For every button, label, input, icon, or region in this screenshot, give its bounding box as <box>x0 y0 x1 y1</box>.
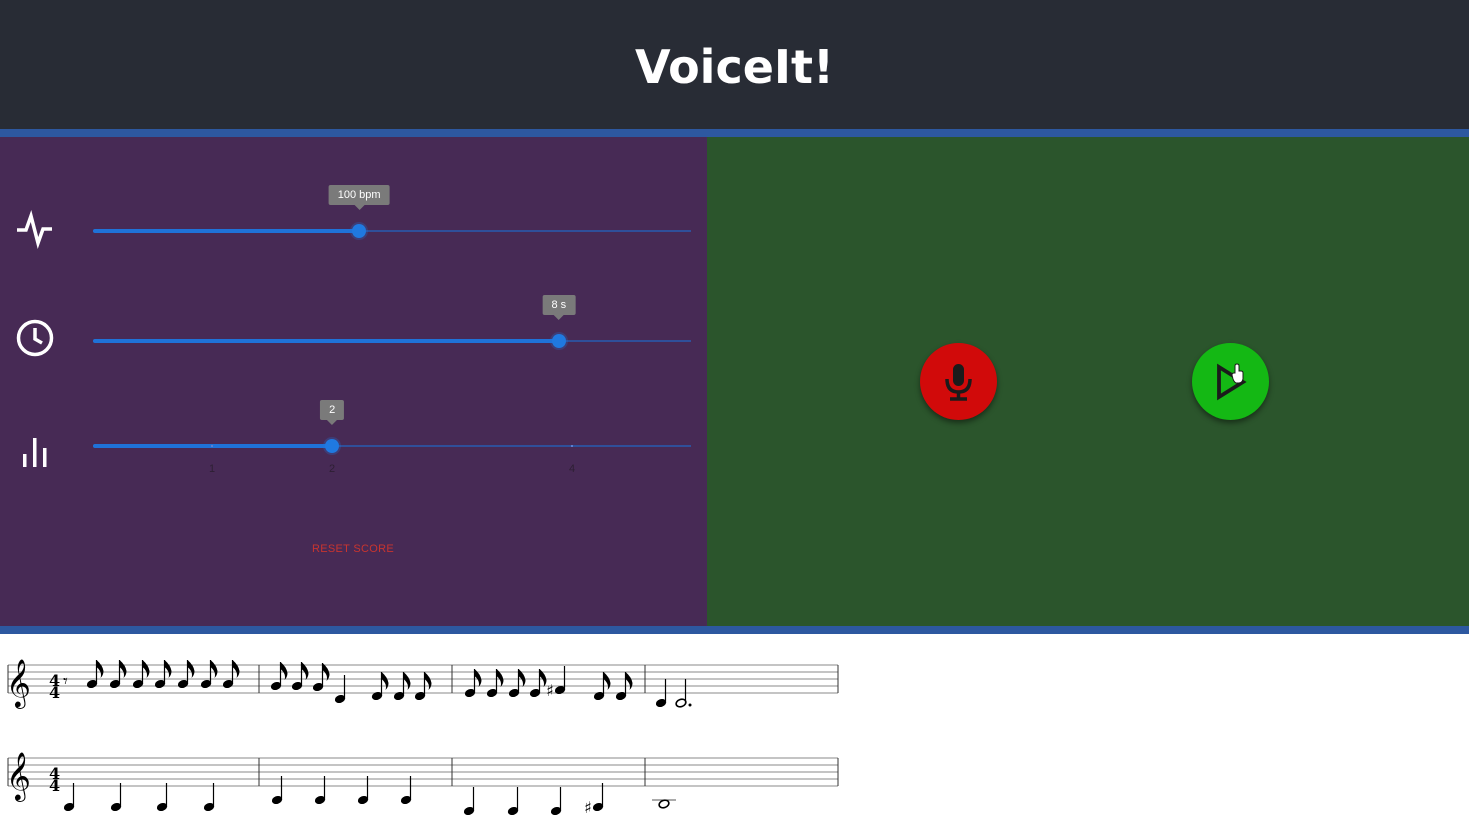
activity-pulse-icon <box>17 210 52 249</box>
music-score: 𝄞 𝄾 ♯ 𝄞 ♯ 4 4 4 4 <box>0 634 1469 824</box>
treble-clef-icon: 𝄞 <box>6 658 31 709</box>
app-title: VoiceIt! <box>634 40 834 94</box>
note-flag <box>119 660 127 678</box>
measures-slider-thumb[interactable] <box>325 439 340 453</box>
eighth-rest: 𝄾 <box>63 671 68 692</box>
time-signature-bottom-2: 4 <box>49 776 60 795</box>
bar-chart-icon <box>23 438 47 467</box>
note-flag <box>232 660 240 678</box>
clock-icon <box>16 319 54 357</box>
tempo-slider-thumb[interactable] <box>352 224 367 238</box>
time-signature-bottom-1: 4 <box>49 683 60 702</box>
measures-mark-label: 2 <box>328 463 336 475</box>
sharp-sign: ♯ <box>584 798 592 817</box>
note-flag <box>142 660 150 678</box>
note-flag <box>603 672 611 690</box>
note-flag <box>210 660 218 678</box>
treble-clef-icon: 𝄞 <box>6 751 31 802</box>
measures-value-tooltip: 2 <box>320 400 345 425</box>
measures-mark-label: 1 <box>208 463 216 475</box>
duration-value-tooltip: 8 s <box>542 295 576 320</box>
tempo-value-tooltip: 100 bpm <box>328 185 390 210</box>
note-dot <box>688 703 692 707</box>
recording-panel <box>707 137 1469 626</box>
note-flag <box>187 660 195 678</box>
play-icon <box>1217 363 1247 401</box>
microphone-icon <box>945 364 972 401</box>
record-button[interactable] <box>920 343 997 420</box>
tempo-slider[interactable]: 100 bpm <box>93 185 691 241</box>
note-flag <box>403 672 411 690</box>
reset-score-button[interactable]: RESET SCORE <box>253 543 453 555</box>
duration-slider[interactable]: 8 s <box>93 295 691 351</box>
measures-mark-label: 4 <box>568 463 576 475</box>
note-flag <box>381 672 389 690</box>
measures-mark <box>571 445 573 447</box>
note-flag <box>424 672 432 690</box>
score-divider <box>0 626 1469 634</box>
header-divider <box>0 129 1469 137</box>
score-staves: 𝄞 𝄾 ♯ 𝄞♯ 4 4 4 4 <box>6 658 839 817</box>
staff-top: 𝄞 𝄾 ♯ <box>6 658 839 709</box>
app-header: VoiceIt! <box>0 0 1469 129</box>
measures-mark <box>211 445 213 447</box>
note-flag <box>96 660 104 678</box>
staff-bottom: 𝄞♯ <box>6 751 839 817</box>
duration-slider-thumb[interactable] <box>551 334 566 348</box>
play-button[interactable] <box>1192 343 1269 420</box>
measures-slider[interactable]: 1 2 4 2 <box>93 400 691 475</box>
note-flag <box>164 660 172 678</box>
sharp-sign: ♯ <box>546 681 554 700</box>
note-flag <box>625 672 633 690</box>
